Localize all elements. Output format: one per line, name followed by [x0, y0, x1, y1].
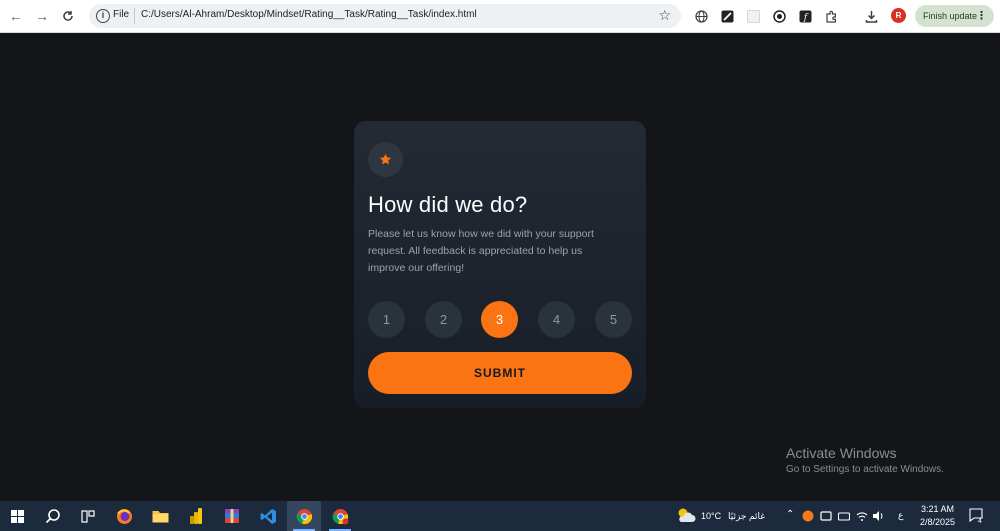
translate-globe-icon[interactable]: [694, 9, 708, 23]
submit-button[interactable]: SUBMIT: [368, 352, 632, 394]
wifi-icon[interactable]: [856, 510, 868, 522]
power-bi-icon: [190, 508, 202, 524]
more-menu-icon[interactable]: ⋮: [976, 9, 987, 22]
folder-icon: [152, 511, 168, 523]
notification-count-badge: 4: [978, 518, 982, 525]
bookmark-star-icon[interactable]: ☆: [658, 7, 671, 24]
download-icon[interactable]: [864, 9, 878, 23]
card-description: Please let us know how we did with your …: [368, 228, 594, 274]
taskbar-chrome[interactable]: [287, 501, 321, 531]
address-bar[interactable]: i File C:/Users/Al-Ahram/Desktop/Mindset…: [89, 4, 681, 28]
rating-button-5[interactable]: 5: [595, 301, 632, 338]
taskbar-vscode[interactable]: [251, 501, 285, 531]
extensions-puzzle-icon[interactable]: [824, 9, 838, 23]
search-button[interactable]: [36, 501, 70, 531]
meet-now-icon[interactable]: [820, 510, 832, 522]
rating-button-1[interactable]: 1: [368, 301, 405, 338]
show-hidden-icons-chevron-icon[interactable]: ⌃: [786, 509, 794, 520]
winrar-icon: [225, 509, 239, 523]
record-extension-icon[interactable]: [772, 9, 786, 23]
activate-windows-title: Activate Windows: [786, 445, 897, 461]
taskbar-firefox[interactable]: [107, 501, 141, 531]
firefox-icon: [116, 508, 132, 524]
star-icon: [379, 153, 392, 165]
taskbar-chrome-profile[interactable]: [323, 501, 357, 531]
windows-logo-icon: [10, 509, 24, 523]
color-picker-extension-icon[interactable]: [720, 9, 734, 23]
volume-icon[interactable]: [872, 510, 885, 522]
rating-card: How did we do? Please let us know how we…: [354, 121, 646, 408]
taskbar-winrar[interactable]: [215, 501, 249, 531]
activate-windows-subtitle: Go to Settings to activate Windows.: [786, 464, 944, 475]
forward-arrow-icon[interactable]: →: [32, 6, 52, 26]
taskbar-power-bi[interactable]: [179, 501, 213, 531]
card-title: How did we do?: [368, 192, 528, 217]
rating-button-4[interactable]: 4: [538, 301, 575, 338]
input-language[interactable]: ع: [898, 510, 903, 521]
rating-button-3[interactable]: 3: [481, 301, 518, 338]
profile-avatar[interactable]: R: [891, 8, 906, 23]
weather-partly-cloudy-icon[interactable]: [676, 507, 696, 524]
blank-extension-icon[interactable]: [746, 9, 760, 23]
finish-update-label: Finish update: [923, 11, 978, 21]
weather-description[interactable]: غائم جزئيًا: [728, 511, 765, 522]
star-badge: [368, 142, 403, 177]
task-view-button[interactable]: [71, 501, 105, 531]
search-icon: [45, 509, 60, 524]
reload-icon[interactable]: [58, 6, 78, 26]
browser-toolbar: ← → i File C:/Users/Al-Ahram/Desktop/Min…: [0, 0, 1000, 33]
taskbar-file-explorer[interactable]: [143, 501, 177, 531]
chrome-profile-icon: [332, 508, 348, 524]
clock-time[interactable]: 3:21 AM: [921, 504, 954, 514]
keyboard-tray-icon[interactable]: [838, 510, 850, 522]
info-icon[interactable]: i: [96, 9, 110, 23]
back-arrow-icon[interactable]: ←: [6, 6, 26, 26]
finish-update-button[interactable]: Finish update ⋮: [915, 5, 994, 27]
chrome-icon: [296, 508, 312, 524]
rating-options: 1 2 3 4 5: [368, 301, 632, 338]
taskbar: 10°C غائم جزئيًا ⌃ ع 3:21 AM 2/8/2025 4: [0, 501, 1000, 531]
address-divider: [134, 8, 135, 24]
font-extension-icon[interactable]: f: [798, 9, 812, 23]
orange-app-tray-icon[interactable]: [802, 510, 814, 522]
url-text[interactable]: C:/Users/Al-Ahram/Desktop/Mindset/Rating…: [141, 9, 477, 20]
start-button[interactable]: [0, 501, 34, 531]
protocol-label: File: [113, 9, 130, 20]
rating-button-2[interactable]: 2: [425, 301, 462, 338]
vscode-icon: [260, 508, 276, 524]
clock-date[interactable]: 2/8/2025: [920, 517, 955, 527]
weather-temperature[interactable]: 10°C: [701, 511, 721, 521]
task-view-icon: [81, 509, 95, 523]
